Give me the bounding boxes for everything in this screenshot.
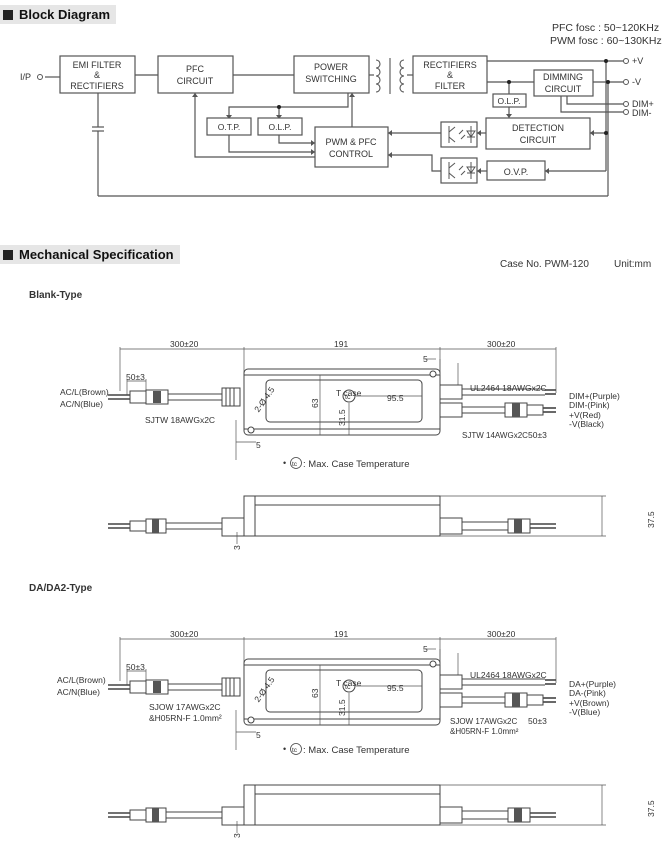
da-output-cable-1: SJOW 17AWGx2C [450,717,517,726]
da-output-wire-2: -V(Blue) [569,707,600,717]
da-dim-width: 63 [310,688,320,698]
blank-dim-side-offset: 3 [232,545,242,550]
blank-tc-note: : Max. Case Temperature [303,459,409,470]
blank-dim-side-height: 37.5 [646,511,656,528]
blank-dim-wire-2: DIM-(Pink) [569,400,610,410]
da-dim-right-cable: 300±20 [487,629,516,639]
blank-dim-right-cable: 300±20 [487,339,516,349]
da-dim-strip-left: 50±3 [126,662,145,672]
blank-type-top-view [107,346,557,461]
da-dim-left-cable: 300±20 [170,629,199,639]
svg-text:•: • [283,744,286,754]
da-dim-wire-2: DA-(Pink) [569,688,606,698]
da-tc-note-symbol: tc [292,747,298,754]
da-input-cable-1: SJOW 17AWGx2C [149,702,220,712]
blank-dim-strip-right: 50±3 [528,430,547,440]
mechanical-drawings-svg: 300±20 191 300±20 50±3 AC/L(Brown) AC/N(… [57,339,656,838]
blank-dim-hole: 5 [256,440,261,450]
da-type-side-view [107,784,607,834]
da-input-wire-2: AC/N(Blue) [57,687,100,697]
da-dim-side-height: 37.5 [646,800,656,817]
blank-dim-hole-right: 5 [423,354,428,364]
da-dim-cable: UL2464 18AWGx2C [470,670,547,680]
da-dim-body: 191 [334,629,348,639]
blank-dim-width: 63 [310,398,320,408]
da-dim-tcase: 95.5 [387,683,404,693]
blank-output-wire-2: -V(Black) [569,419,604,429]
da-output-cable-2: &H05RN-F 1.0mm² [450,727,519,736]
da-tc-note: : Max. Case Temperature [303,745,409,756]
blank-output-cable: SJTW 14AWGx2C [462,431,528,440]
blank-dim-half-width: 31.5 [337,409,347,426]
da-input-wire-1: AC/L(Brown) [57,675,106,685]
da-dim-strip-right: 50±3 [528,716,547,726]
blank-type-side-view [107,495,607,545]
blank-dim-strip-left: 50±3 [126,372,145,382]
da-dim-half-width: 31.5 [337,699,347,716]
svg-text:•: • [283,458,286,468]
da-tc-symbol: tc [345,684,351,691]
blank-tc-note-symbol: tc [292,461,298,468]
blank-dim-left-cable: 300±20 [170,339,199,349]
blank-dim-cable: UL2464 18AWGx2C [470,383,547,393]
da-dim-hole: 5 [256,730,261,740]
blank-dim-body: 191 [334,339,348,349]
blank-input-wire-1: AC/L(Brown) [60,387,109,397]
blank-input-cable: SJTW 18AWGx2C [145,415,215,425]
da-dim-side-offset: 3 [232,833,242,838]
blank-input-wire-2: AC/N(Blue) [60,399,103,409]
da-input-cable-2: &H05RN-F 1.0mm² [149,713,222,723]
blank-tc-symbol: tc [345,394,351,401]
blank-dim-tcase: 95.5 [387,393,404,403]
da-dim-hole-right: 5 [423,644,428,654]
